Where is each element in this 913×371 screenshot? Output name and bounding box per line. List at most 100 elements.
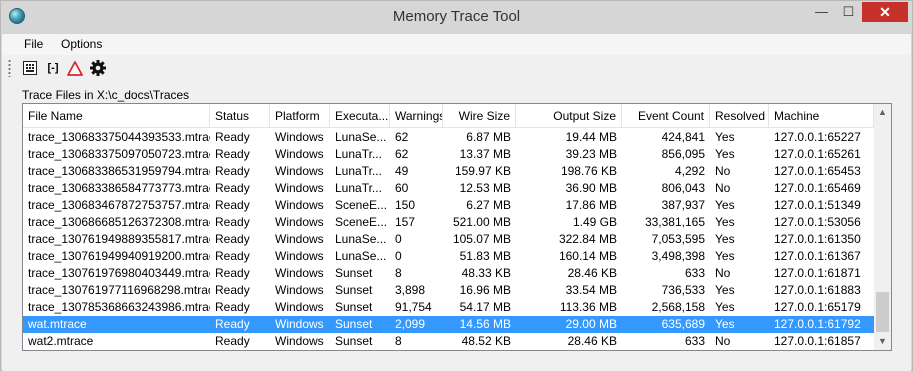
table-row[interactable]: trace_130683375097050723.mtrace Ready Wi… (23, 146, 874, 163)
column-header-event-count[interactable]: Event Count (622, 104, 710, 128)
trace-files-list[interactable]: File Name Status Platform Executa... War… (22, 103, 892, 351)
bracket-icon[interactable]: [-] (44, 59, 62, 77)
cell-event-count: 2,568,158 (651, 300, 705, 314)
table-row[interactable]: trace_130683467872753757.mtrace Ready Wi… (23, 197, 874, 214)
cell-output-size: 29.00 MB (565, 317, 617, 331)
column-header-machine[interactable]: Machine (769, 104, 874, 128)
table-row[interactable]: trace_130785368663243986.mtrace Ready Wi… (23, 299, 874, 316)
cell-resolved: Yes (715, 198, 735, 212)
column-header-warnings[interactable]: Warnings (390, 104, 443, 128)
cell-wire-size: 16.96 MB (459, 283, 511, 297)
cell-status: Ready (215, 300, 250, 314)
column-header-wire-size[interactable]: Wire Size (443, 104, 516, 128)
scroll-thumb[interactable] (876, 292, 889, 332)
cell-output-size: 160.14 MB (558, 249, 617, 263)
cell-executable: Sunset (335, 300, 373, 314)
column-header-status[interactable]: Status (210, 104, 270, 128)
cell-event-count: 856,095 (661, 147, 705, 161)
cell-executable: LunaTr... (335, 164, 382, 178)
minimize-button[interactable]: — (808, 2, 835, 22)
column-header-resolved[interactable]: Resolved (710, 104, 769, 128)
cell-status: Ready (215, 147, 250, 161)
menu-file[interactable]: File (24, 37, 43, 51)
table-row[interactable]: trace_130761977116968298.mtrace Ready Wi… (23, 282, 874, 299)
cell-warnings: 60 (395, 181, 409, 195)
scroll-up-icon[interactable]: ▲ (874, 104, 891, 121)
close-button[interactable]: ✕ (862, 2, 908, 22)
toolbar-grip[interactable] (8, 59, 11, 77)
table-row[interactable]: trace_130761949940919200.mtrace Ready Wi… (23, 248, 874, 265)
gear-icon[interactable] (89, 59, 107, 77)
cell-resolved: Yes (715, 232, 735, 246)
table-row[interactable]: trace_130761949889355817.mtrace Ready Wi… (23, 231, 874, 248)
cell-file-name: trace_130761949889355817.mtrace (28, 232, 210, 246)
cell-output-size: 198.76 KB (560, 164, 617, 178)
cell-wire-size: 12.53 MB (459, 181, 511, 195)
cell-executable: Sunset (335, 334, 373, 348)
cell-wire-size: 159.97 KB (454, 164, 511, 178)
cell-output-size: 33.54 MB (565, 283, 617, 297)
cell-machine: 127.0.0.1:61857 (774, 334, 861, 348)
cell-status: Ready (215, 181, 250, 195)
cell-output-size: 39.23 MB (565, 147, 617, 161)
cell-executable: LunaSe... (335, 249, 387, 263)
cell-status: Ready (215, 232, 250, 246)
vertical-scrollbar[interactable]: ▲ ▼ (874, 104, 891, 350)
cell-machine: 127.0.0.1:65261 (774, 147, 861, 161)
table-row[interactable]: trace_130761976980403449.mtrace Ready Wi… (23, 265, 874, 282)
cell-warnings: 0 (395, 232, 402, 246)
cell-resolved: Yes (715, 215, 735, 229)
table-row[interactable]: trace_130686685126372308.mtrace Ready Wi… (23, 214, 874, 231)
cell-file-name: trace_130686685126372308.mtrace (28, 215, 210, 229)
cell-output-size: 1.49 GB (572, 215, 617, 229)
cell-warnings: 8 (395, 266, 402, 280)
table-row[interactable]: trace_130683386584773773.mtrace Ready Wi… (23, 180, 874, 197)
cell-resolved: Yes (715, 283, 735, 297)
cell-wire-size: 14.56 MB (459, 317, 511, 331)
cell-machine: 127.0.0.1:61871 (774, 266, 861, 280)
cell-event-count: 4,292 (674, 164, 705, 178)
window-title: Memory Trace Tool (392, 8, 521, 25)
list-rows: trace_130683375044393533.mtrace Ready Wi… (23, 129, 874, 350)
cell-wire-size: 13.37 MB (459, 147, 511, 161)
cell-warnings: 150 (395, 198, 416, 212)
column-header-file-name[interactable]: File Name (23, 104, 210, 128)
cell-output-size: 28.46 KB (567, 266, 617, 280)
table-icon[interactable] (21, 59, 39, 77)
cell-status: Ready (215, 317, 250, 331)
scroll-down-icon[interactable]: ▼ (874, 333, 891, 350)
table-row[interactable]: wat2.mtrace Ready Windows Sunset 8 48.52… (23, 333, 874, 350)
column-header-executable[interactable]: Executa... (330, 104, 390, 128)
cell-platform: Windows (275, 232, 324, 246)
cell-machine: 127.0.0.1:65453 (774, 164, 861, 178)
cell-resolved: Yes (715, 249, 735, 263)
warning-icon[interactable] (66, 59, 84, 77)
table-row[interactable]: trace_130683386531959794.mtrace Ready Wi… (23, 163, 874, 180)
cell-warnings: 3,898 (395, 283, 426, 297)
menu-options[interactable]: Options (61, 37, 102, 51)
cell-platform: Windows (275, 181, 324, 195)
cell-warnings: 157 (395, 215, 416, 229)
cell-warnings: 91,754 (395, 300, 432, 314)
cell-output-size: 36.90 MB (565, 181, 617, 195)
table-row-selected[interactable]: wat.mtrace Ready Windows Sunset 2,099 14… (23, 316, 874, 333)
cell-platform: Windows (275, 215, 324, 229)
cell-executable: Sunset (335, 317, 373, 331)
cell-machine: 127.0.0.1:65227 (774, 130, 861, 144)
cell-event-count: 7,053,595 (651, 232, 705, 246)
title-bar[interactable]: Memory Trace Tool — ☐ ✕ (1, 1, 912, 32)
cell-file-name: trace_130683375097050723.mtrace (28, 147, 210, 161)
column-header-output-size[interactable]: Output Size (516, 104, 622, 128)
app-window: Memory Trace Tool — ☐ ✕ File Options [-] (0, 0, 913, 371)
table-row[interactable]: trace_130683375044393533.mtrace Ready Wi… (23, 129, 874, 146)
cell-platform: Windows (275, 283, 324, 297)
cell-platform: Windows (275, 147, 324, 161)
cell-warnings: 8 (395, 334, 402, 348)
cell-machine: 127.0.0.1:61350 (774, 232, 861, 246)
cell-warnings: 62 (395, 147, 409, 161)
column-header-platform[interactable]: Platform (270, 104, 330, 128)
cell-executable: LunaSe... (335, 232, 387, 246)
maximize-button[interactable]: ☐ (835, 2, 862, 22)
cell-resolved: No (715, 334, 731, 348)
cell-file-name: wat.mtrace (28, 317, 87, 331)
